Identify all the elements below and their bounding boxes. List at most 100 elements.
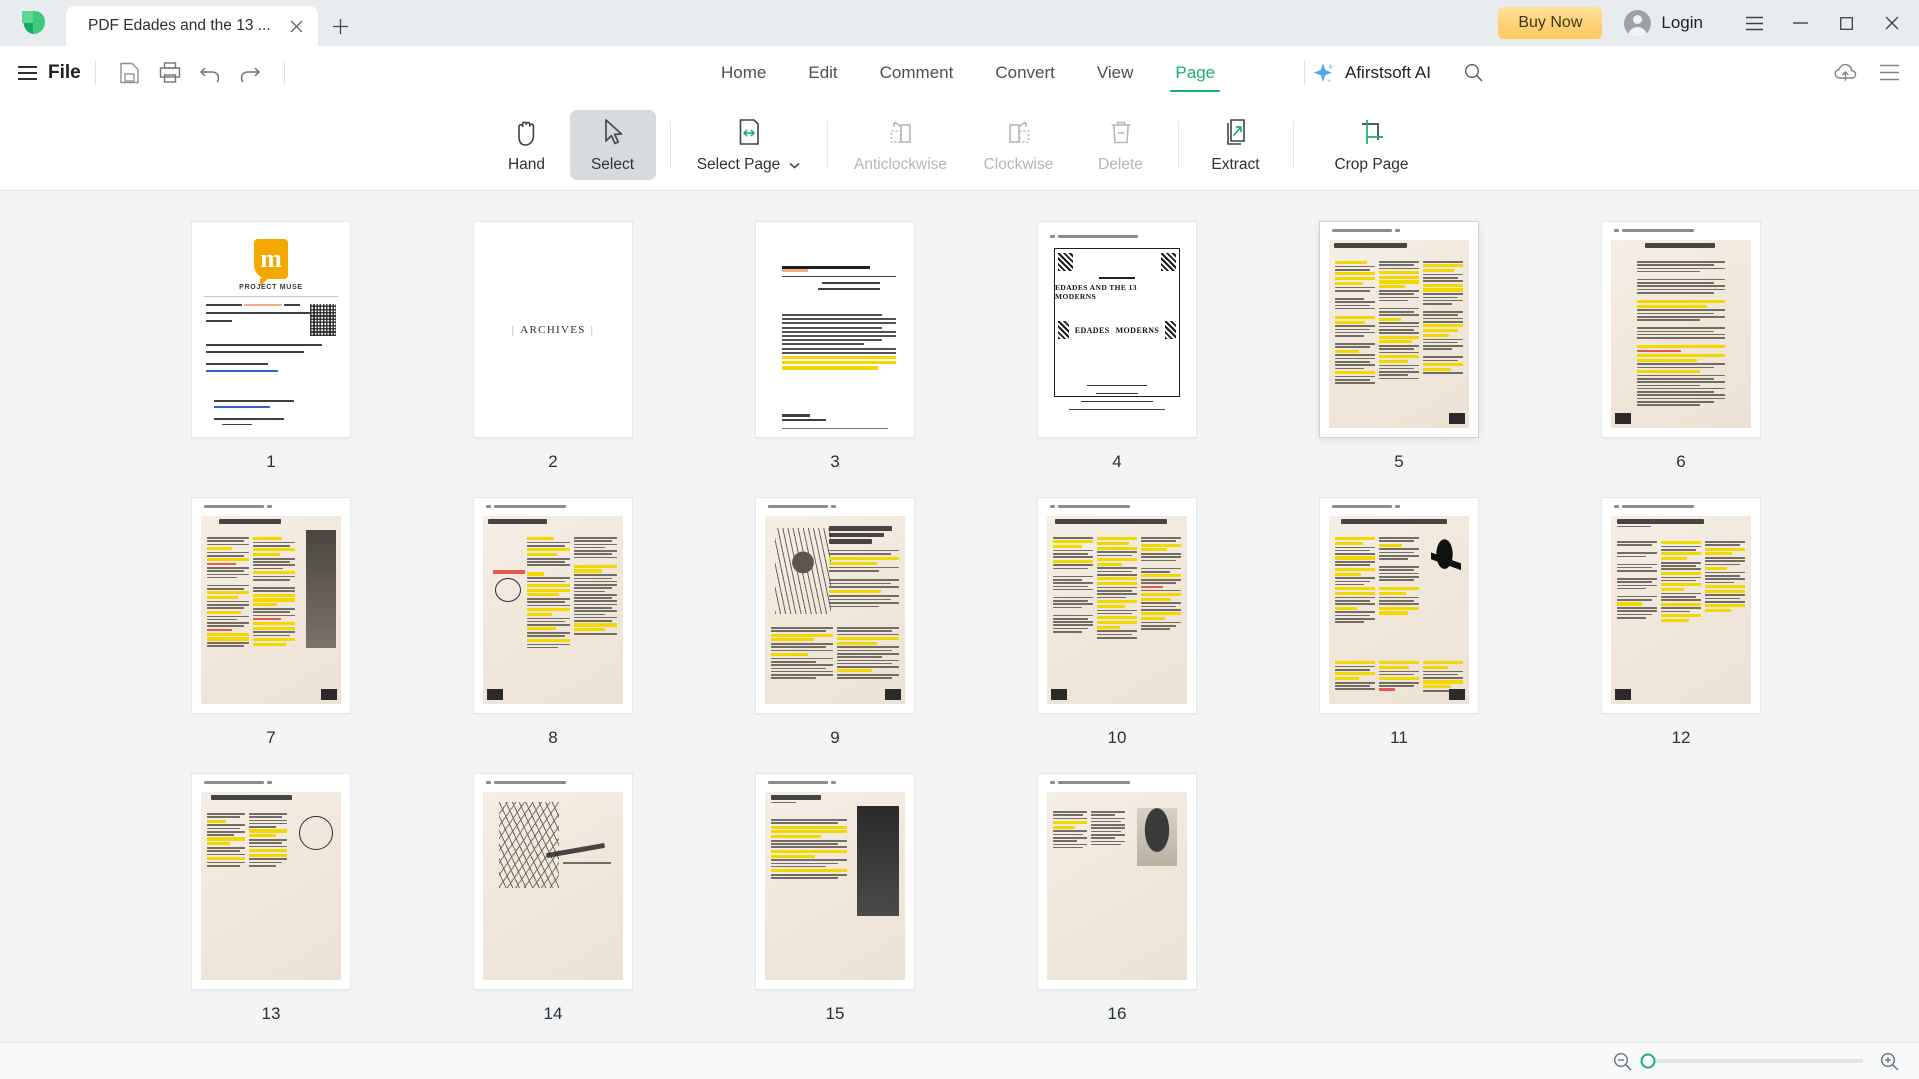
divider: [669, 120, 671, 169]
tab-home[interactable]: Home: [700, 46, 787, 99]
page-render: m PROJECT MUSE: [192, 222, 350, 437]
thumbnail-cell[interactable]: ARCHIVES 2: [412, 222, 694, 472]
scan-title: [1334, 243, 1407, 248]
extract-pages-icon: [1222, 115, 1250, 149]
page-thumbnail-1[interactable]: m PROJECT MUSE: [192, 222, 350, 437]
thumbnail-cell[interactable]: 8: [412, 498, 694, 748]
file-menu-button[interactable]: File: [0, 62, 81, 84]
document-tab[interactable]: PDF Edades and the 13 ...: [66, 6, 318, 46]
thumbnail-cell[interactable]: 11: [1258, 498, 1540, 748]
archives-title: ARCHIVES: [507, 324, 599, 336]
project-muse-logo: m: [254, 239, 288, 286]
tool-select-page[interactable]: Select Page: [685, 110, 813, 180]
page-thumbnail-3[interactable]: [756, 222, 914, 437]
undo-button[interactable]: [190, 53, 230, 93]
scanned-page: [201, 516, 341, 704]
page-render: [1320, 498, 1478, 713]
close-window-button[interactable]: [1869, 0, 1915, 46]
page-number-label: 16: [1107, 1004, 1127, 1023]
scanned-page: [1329, 240, 1469, 428]
thumbnail-cell[interactable]: 14: [412, 774, 694, 1024]
page-thumbnail-10[interactable]: [1038, 498, 1196, 713]
tool-anticlockwise-label: Anticlockwise: [853, 156, 948, 173]
tool-hand[interactable]: Hand: [484, 110, 570, 180]
page-number-label: 10: [1107, 728, 1127, 747]
thumbnail-cell[interactable]: 3: [694, 222, 976, 472]
buy-now-button[interactable]: Buy Now: [1498, 7, 1603, 39]
titlebar-right-group: Buy Now Login: [1498, 0, 1919, 46]
title-plate: EDADES AND THE 13 MODERNS EDADES MODERNS: [1054, 248, 1180, 411]
zoom-out-button[interactable]: [1610, 1049, 1634, 1073]
tool-select[interactable]: Select: [569, 109, 656, 180]
scan-title: [211, 795, 293, 800]
page-thumbnail-15[interactable]: [756, 774, 914, 989]
page-thumbnail-14[interactable]: [474, 774, 632, 989]
thumbnail-cell[interactable]: m PROJECT MUSE 1: [130, 222, 412, 472]
zoom-slider-handle[interactable]: [1640, 1053, 1656, 1069]
collapse-panel-button[interactable]: [1869, 53, 1909, 93]
page-number-label: 15: [825, 1004, 845, 1023]
maximize-button[interactable]: [1823, 0, 1869, 46]
close-icon: [1885, 16, 1899, 30]
tool-clockwise[interactable]: Clockwise: [960, 110, 1078, 180]
thumbnail-cell[interactable]: 12: [1540, 498, 1822, 748]
redo-button[interactable]: [230, 53, 270, 93]
rotate-left-icon: [887, 115, 915, 149]
zoom-slider[interactable]: [1640, 1053, 1863, 1069]
tab-convert[interactable]: Convert: [974, 46, 1076, 99]
save-button[interactable]: [110, 53, 150, 93]
page-thumbnail-5[interactable]: [1320, 222, 1478, 437]
thumbnail-cell[interactable]: 7: [130, 498, 412, 748]
app-menu-button[interactable]: [1731, 0, 1777, 46]
thumbnail-cell[interactable]: 5: [1258, 222, 1540, 472]
scanned-page: [1047, 516, 1187, 704]
page-thumbnail-9[interactable]: [756, 498, 914, 713]
page-thumbnail-area[interactable]: m PROJECT MUSE 1 | ARCHIVES | 2 3 EDADES…: [0, 191, 1919, 1042]
cloud-upload-button[interactable]: [1825, 53, 1865, 93]
thumbnail-cell[interactable]: 13: [130, 774, 412, 1024]
close-tab-icon[interactable]: [284, 14, 308, 38]
tool-delete[interactable]: Delete: [1078, 110, 1164, 180]
thumbnail-cell[interactable]: EDADES AND THE 13 MODERNS EDADES MODERNS: [976, 222, 1258, 472]
cursor-arrow-icon: [600, 115, 626, 149]
tab-view[interactable]: View: [1076, 46, 1155, 99]
search-button[interactable]: [1454, 53, 1494, 93]
tab-edit[interactable]: Edit: [787, 46, 858, 99]
print-button[interactable]: [150, 53, 190, 93]
page-thumbnail-13[interactable]: [192, 774, 350, 989]
tool-anticlockwise[interactable]: Anticlockwise: [842, 110, 960, 180]
page-thumbnail-7[interactable]: [192, 498, 350, 713]
scan-title: [1055, 519, 1167, 524]
page-thumbnail-8[interactable]: [474, 498, 632, 713]
page-thumbnail-11[interactable]: [1320, 498, 1478, 713]
collapse-panel-icon: [1879, 64, 1899, 81]
tab-comment[interactable]: Comment: [859, 46, 975, 99]
chevron-down-icon[interactable]: [789, 162, 800, 169]
afirstsoft-ai-button[interactable]: Afirstsoft AI: [1310, 46, 1494, 99]
page-thumbnail-6[interactable]: [1602, 222, 1760, 437]
plate-title: EDADES AND THE 13 MODERNS: [1055, 283, 1137, 301]
divider: [1292, 120, 1294, 169]
page-render: [1320, 222, 1478, 437]
page-thumbnail-4[interactable]: EDADES AND THE 13 MODERNS EDADES MODERNS: [1038, 222, 1196, 437]
zoom-in-button[interactable]: [1877, 1049, 1901, 1073]
afirstsoft-leaf-logo-icon: [21, 10, 45, 34]
login-button[interactable]: Login: [1624, 9, 1703, 37]
crop-icon: [1358, 115, 1386, 149]
page-thumbnail-16[interactable]: [1038, 774, 1196, 989]
thumbnail-cell[interactable]: 16: [976, 774, 1258, 1024]
minimize-button[interactable]: [1777, 0, 1823, 46]
thumbnail-cell[interactable]: 6: [1540, 222, 1822, 472]
thumbnail-cell[interactable]: 9: [694, 498, 976, 748]
tool-crop-page[interactable]: Crop Page: [1308, 110, 1436, 180]
tab-strip: PDF Edades and the 13 ...: [66, 0, 362, 46]
new-tab-button[interactable]: [318, 6, 362, 46]
scan-title: [771, 795, 822, 800]
tool-extract[interactable]: Extract: [1193, 110, 1279, 180]
page-thumbnail-12[interactable]: [1602, 498, 1760, 713]
tab-page[interactable]: Page: [1154, 46, 1236, 99]
main-tabs: Home Edit Comment Convert View Page: [700, 46, 1236, 99]
thumbnail-cell[interactable]: 15: [694, 774, 976, 1024]
thumbnail-cell[interactable]: 10: [976, 498, 1258, 748]
page-thumbnail-2[interactable]: ARCHIVES: [474, 222, 632, 437]
